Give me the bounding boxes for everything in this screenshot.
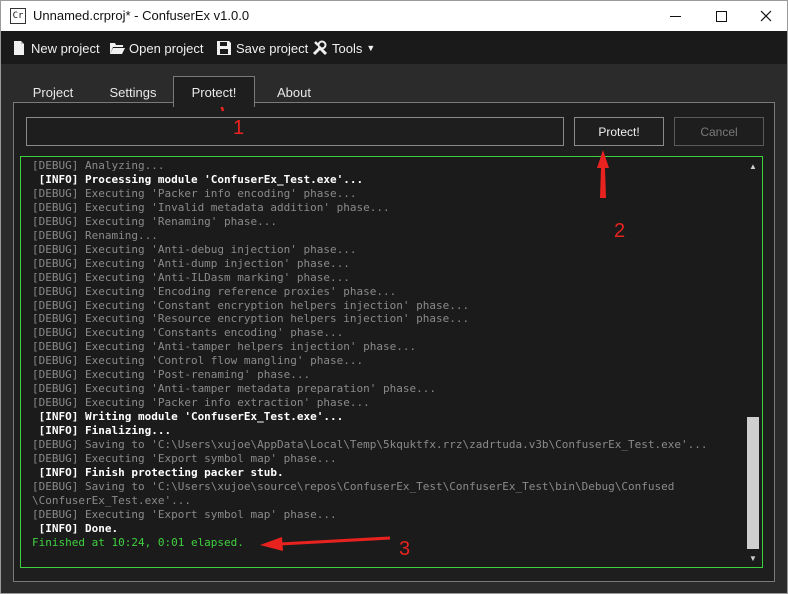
toolbar: New project Open project Save project To… xyxy=(0,31,788,64)
new-project-button[interactable]: New project xyxy=(11,38,100,58)
log-line: [INFO] Finish protecting packer stub. xyxy=(32,465,284,479)
log-line: Finished at 10:24, 0:01 elapsed. xyxy=(32,535,244,549)
log-line: [INFO] Done. xyxy=(32,521,119,535)
app-icon: Cr xyxy=(10,8,26,24)
log-scrollbar[interactable]: ▲ ▼ xyxy=(746,159,760,565)
floppy-disk-icon xyxy=(217,41,231,55)
log-line: \ConfuserEx_Test.exe'... xyxy=(32,493,191,507)
log-line: [DEBUG] Executing 'Anti-tamper helpers i… xyxy=(32,340,417,354)
chevron-down-icon: ▼ xyxy=(366,43,376,53)
annotation-label-3: 3 xyxy=(399,538,411,560)
log-line: [DEBUG] Executing 'Constant encryption h… xyxy=(32,298,470,312)
window-title: Unnamed.crproj* - ConfuserEx v1.0.0 xyxy=(33,8,250,23)
log-line: [DEBUG] Executing 'Anti-ILDasm marking' … xyxy=(32,270,350,284)
minimize-icon xyxy=(669,15,681,17)
log-line: [DEBUG] Executing 'Anti-tamper metadata … xyxy=(32,382,436,396)
scroll-thumb[interactable] xyxy=(747,417,759,549)
log-line: [DEBUG] Executing 'Anti-debug injection'… xyxy=(32,242,357,256)
scroll-down-icon[interactable]: ▼ xyxy=(746,551,760,565)
log-line: [DEBUG] Analyzing... xyxy=(32,159,165,172)
log-line: [DEBUG] Saving to 'C:\Users\xujoe\AppDat… xyxy=(32,438,708,452)
log-line: [DEBUG] Executing 'Post-renaming' phase.… xyxy=(32,368,311,382)
log-line: [DEBUG] Executing 'Packer info extractio… xyxy=(32,396,370,410)
close-button[interactable] xyxy=(743,1,788,31)
open-project-label: Open project xyxy=(129,40,204,56)
annotation-label-2: 2 xyxy=(614,220,626,242)
new-project-label: New project xyxy=(31,40,100,56)
log-line: [INFO] Writing module 'ConfuserEx_Test.e… xyxy=(32,410,344,424)
log-line: [DEBUG] Executing 'Encoding reference pr… xyxy=(32,284,397,298)
log-line: [DEBUG] Executing 'Renaming' phase... xyxy=(32,214,278,228)
annotation-label-1: 1 xyxy=(233,117,245,139)
new-file-icon xyxy=(14,41,24,55)
log-line: [INFO] Finalizing... xyxy=(32,424,172,438)
title-bar[interactable]: Cr Unnamed.crproj* - ConfuserEx v1.0.0 xyxy=(0,0,788,31)
log-output[interactable]: [DEBUG] Analyzing... [INFO] Processing m… xyxy=(20,156,763,568)
save-project-label: Save project xyxy=(236,40,309,56)
log-line: [DEBUG] Saving to 'C:\Users\xujoe\source… xyxy=(32,479,675,493)
open-project-button[interactable]: Open project xyxy=(109,38,203,58)
protect-button[interactable]: Protect! xyxy=(574,117,664,146)
log-line: [INFO] Processing module 'ConfuserEx_Tes… xyxy=(32,172,364,186)
tools-menu-button[interactable]: Tools ▼ xyxy=(312,38,375,58)
log-line: [DEBUG] Executing 'Packer info encoding'… xyxy=(32,186,357,200)
save-project-button[interactable]: Save project xyxy=(216,38,308,58)
tools-label: Tools xyxy=(332,40,363,56)
maximize-button[interactable] xyxy=(698,1,744,31)
output-path-input[interactable] xyxy=(26,117,564,146)
log-line: [DEBUG] Executing 'Control flow mangling… xyxy=(32,354,364,368)
log-line: [DEBUG] Executing 'Constants encoding' p… xyxy=(32,326,344,340)
log-line: [DEBUG] Executing 'Anti-dump injection' … xyxy=(32,256,350,270)
log-lines: [DEBUG] Analyzing... [INFO] Processing m… xyxy=(32,159,744,550)
tab-protect[interactable]: Protect! xyxy=(173,76,255,107)
close-icon xyxy=(760,10,772,22)
minimize-button[interactable] xyxy=(652,1,698,31)
log-line: [DEBUG] Executing 'Invalid metadata addi… xyxy=(32,200,390,214)
scroll-up-icon[interactable]: ▲ xyxy=(746,159,760,173)
log-line: [DEBUG] Executing 'Export symbol map' ph… xyxy=(32,452,337,466)
cancel-button[interactable]: Cancel xyxy=(674,117,764,146)
maximize-icon xyxy=(715,10,727,22)
log-line: [DEBUG] Executing 'Resource encryption h… xyxy=(32,312,470,326)
log-line: [DEBUG] Renaming... xyxy=(32,228,158,242)
folder-open-icon xyxy=(110,43,125,54)
tools-icon xyxy=(312,40,328,56)
log-line: [DEBUG] Executing 'Export symbol map' ph… xyxy=(32,507,337,521)
